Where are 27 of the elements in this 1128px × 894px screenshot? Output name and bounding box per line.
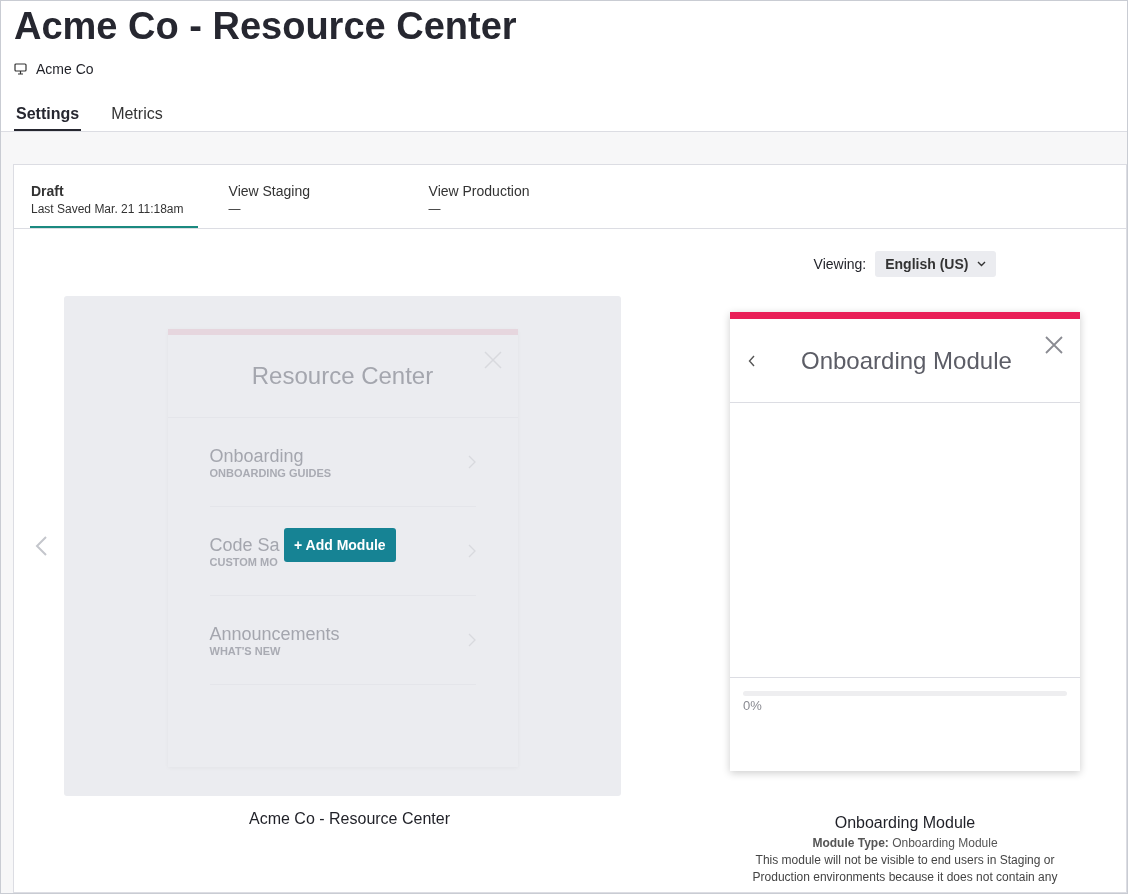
module-caption: Onboarding Module [834, 814, 976, 832]
close-icon[interactable] [1045, 336, 1063, 354]
module-title: Code Sa [209, 534, 280, 556]
back-icon[interactable] [748, 354, 756, 367]
module-description: This module will not be visible to end users in Staging or Production environments because it does not contain any [751, 852, 1059, 886]
environment-tab[interactable]: View Production — [427, 165, 598, 228]
app-name: Acme Co [36, 61, 94, 77]
environment-tab[interactable]: Draft Last Saved Mar. 21 11:18am [30, 165, 198, 228]
module-subtitle: CUSTOM MO [209, 555, 279, 568]
page-title: Acme Co - Resource Center [14, 4, 518, 49]
add-module-button[interactable]: + Add Module [284, 528, 396, 562]
monitor-icon [14, 63, 27, 75]
environment-tab[interactable]: View Staging — [227, 165, 398, 228]
caret-icon [977, 261, 987, 267]
module-title: Onboarding Module [801, 346, 1012, 375]
module-subtitle: ONBOARDING GUIDES [209, 466, 332, 479]
preview-title: Resource Center [251, 362, 434, 390]
module-title: Onboarding [209, 445, 305, 467]
viewing-label: Viewing: [813, 256, 867, 272]
progress-reading: 0% [743, 698, 763, 713]
page-tab[interactable]: Metrics [109, 105, 165, 131]
module-subtitle: WHAT'S NEW [209, 644, 282, 657]
preview-caption: Acme Co - Resource Center [248, 810, 451, 828]
module-title: Announcements [209, 623, 340, 645]
chevron-left-icon[interactable] [34, 535, 48, 557]
language-dropdown[interactable]: English (US) [875, 251, 997, 277]
module-type: Module Type: Onboarding Module [812, 836, 998, 850]
